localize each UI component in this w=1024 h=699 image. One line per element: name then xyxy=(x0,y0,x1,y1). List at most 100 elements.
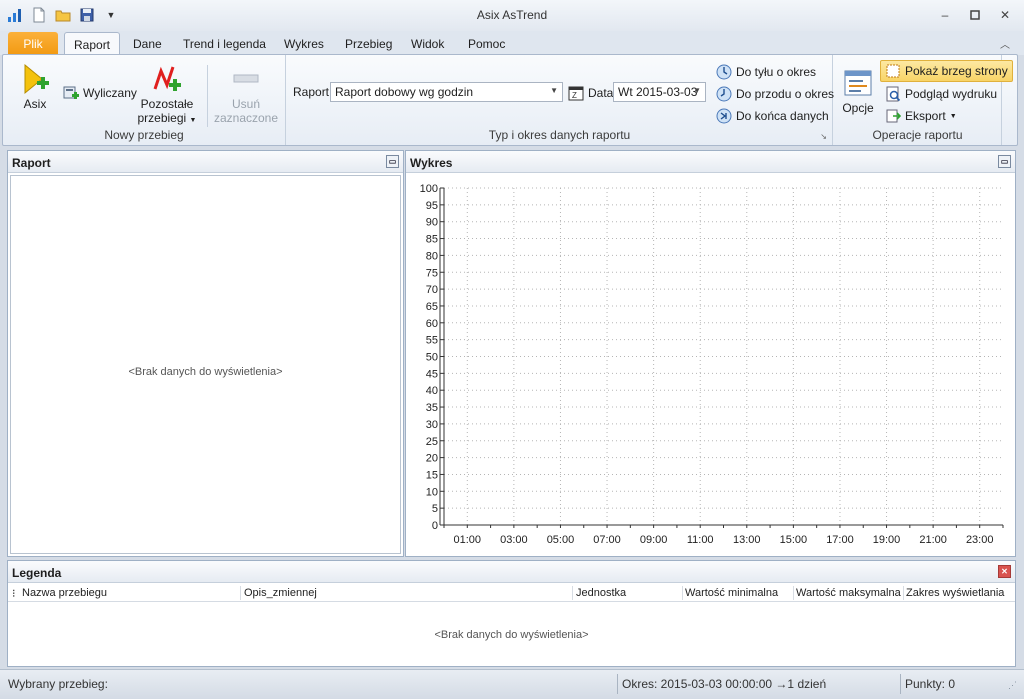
x-tick-label: 01:00 xyxy=(454,534,482,546)
legenda-panel: Legenda ✕ ⁝ Nazwa przebiegu Opis_zmienne… xyxy=(7,560,1016,667)
x-tick-label: 21:00 xyxy=(919,534,947,546)
col-jednostka[interactable]: Jednostka xyxy=(576,587,626,599)
print-preview-icon xyxy=(885,86,901,102)
maximize-icon[interactable] xyxy=(964,6,986,24)
y-tick-label: 40 xyxy=(426,385,438,397)
calculated-icon xyxy=(63,85,79,101)
calendar-icon[interactable]: Z xyxy=(568,85,584,101)
tab-plik[interactable]: Plik xyxy=(8,32,58,55)
ribbon-tabs: Plik Raport Dane Trend i legenda Wykres … xyxy=(0,31,1024,55)
panel-close-icon[interactable]: ✕ xyxy=(998,565,1011,578)
y-tick-label: 45 xyxy=(426,368,438,380)
legenda-panel-header: Legenda ✕ xyxy=(8,561,1015,583)
delete-icon xyxy=(230,63,262,95)
data-label-row: Z Data xyxy=(568,85,613,101)
y-tick-label: 90 xyxy=(426,217,438,229)
ribbon: Asix Wyliczany Pozostałe przebiegi ▼ Usu… xyxy=(2,54,1018,146)
resize-grip-icon[interactable]: ⋰ xyxy=(1008,680,1017,691)
x-tick-label: 05:00 xyxy=(547,534,575,546)
y-tick-label: 20 xyxy=(426,453,438,465)
export-icon xyxy=(885,108,901,124)
group-label-operacje: Operacje raportu xyxy=(872,128,963,142)
legend-table-header: ⁝ Nazwa przebiegu Opis_zmiennej Jednostk… xyxy=(8,584,1015,602)
dropdown-arrow-icon: ▼ xyxy=(189,117,197,124)
close-icon[interactable]: ✕ xyxy=(994,6,1016,24)
window-controls: – ✕ xyxy=(934,6,1016,24)
y-tick-label: 55 xyxy=(426,335,438,347)
tab-wykres[interactable]: Wykres xyxy=(275,32,333,55)
y-tick-label: 65 xyxy=(426,301,438,313)
tab-widok[interactable]: Widok xyxy=(402,32,453,55)
status-wybrany-przebieg: Wybrany przebieg: xyxy=(8,677,108,691)
y-tick-label: 80 xyxy=(426,250,438,262)
separator xyxy=(207,65,208,127)
x-tick-label: 15:00 xyxy=(780,534,808,546)
podglad-wydruku-button[interactable]: Podgląd wydruku xyxy=(885,86,997,102)
window-title: Asix AsTrend xyxy=(476,8,548,22)
status-punkty: Punkty: 0 xyxy=(905,677,956,691)
y-tick-label: 0 xyxy=(432,520,438,532)
svg-text:Z: Z xyxy=(572,91,577,100)
asix-icon xyxy=(19,63,51,95)
y-tick-label: 10 xyxy=(426,486,438,498)
collapse-ribbon-icon[interactable]: ︿ xyxy=(1000,36,1010,51)
y-tick-label: 70 xyxy=(426,284,438,296)
panel-maximize-icon[interactable]: ▭ xyxy=(998,155,1011,168)
do-przodu-button[interactable]: Do przodu o okres xyxy=(716,86,834,102)
y-tick-label: 25 xyxy=(426,436,438,448)
col-opis-zmiennej[interactable]: Opis_zmiennej xyxy=(244,587,317,599)
x-tick-label: 13:00 xyxy=(733,534,761,546)
page-border-icon xyxy=(885,63,901,79)
x-tick-label: 03:00 xyxy=(500,534,528,546)
pokaz-brzeg-button[interactable]: Pokaż brzeg strony xyxy=(880,60,1013,82)
do-tylu-button[interactable]: Do tyłu o okres xyxy=(716,64,816,80)
x-tick-label: 17:00 xyxy=(826,534,854,546)
forward-period-icon xyxy=(716,86,732,102)
raport-panel: Raport ▭ <Brak danych do wyświetlenia> xyxy=(7,150,404,557)
y-tick-label: 100 xyxy=(420,183,438,195)
tab-pomoc[interactable]: Pomoc xyxy=(459,32,514,55)
end-of-data-icon xyxy=(716,108,732,124)
pozostale-przebiegi-button[interactable]: Pozostałe przebiegi ▼ xyxy=(137,63,197,125)
y-tick-label: 15 xyxy=(426,469,438,481)
date-combo[interactable]: Wt 2015-03-03 ▼ xyxy=(613,82,706,102)
wykres-panel-header: Wykres ▭ xyxy=(406,151,1015,173)
col-zakres-wyswietlania[interactable]: Zakres wyświetlania xyxy=(906,587,1004,599)
raport-empty-message: <Brak danych do wyświetlenia> xyxy=(128,366,283,378)
col-wartosc-maksymalna[interactable]: Wartość maksymalna xyxy=(796,587,901,599)
tab-przebieg[interactable]: Przebieg xyxy=(336,32,401,55)
title-bar: ▼ Asix AsTrend – ✕ xyxy=(0,0,1024,31)
col-nazwa-przebiegu[interactable]: Nazwa przebiegu xyxy=(22,587,107,599)
group-label-typ-okres: Typ i okres danych raportu xyxy=(488,128,631,142)
asix-button[interactable]: Asix xyxy=(17,63,53,111)
wykres-panel: Wykres ▭ 100 95 90 85 80 75 70 65 60 55 50 45 40 35 30… xyxy=(405,150,1016,557)
y-tick-label: 30 xyxy=(426,419,438,431)
options-icon xyxy=(842,67,874,99)
group-typ-okres: Raport Raport dobowy wg godzin ▼ Z Data … xyxy=(287,55,834,145)
x-tick-label: 23:00 xyxy=(966,534,994,546)
column-menu-icon[interactable]: ⁝ xyxy=(12,587,16,600)
tab-trend-i-legenda[interactable]: Trend i legenda xyxy=(174,32,275,55)
tab-dane[interactable]: Dane xyxy=(124,32,171,55)
tab-raport[interactable]: Raport xyxy=(64,32,120,55)
eksport-button[interactable]: Eksport ▼ xyxy=(885,108,957,124)
minimize-icon[interactable]: – xyxy=(934,6,956,24)
raport-type-combo[interactable]: Raport dobowy wg godzin ▼ xyxy=(330,82,563,102)
wyliczany-button[interactable]: Wyliczany xyxy=(63,85,137,101)
usun-zaznaczone-button[interactable]: Usuń zaznaczone xyxy=(213,63,279,125)
panel-maximize-icon[interactable]: ▭ xyxy=(386,155,399,168)
group-label-nowy-przebieg: Nowy przebieg xyxy=(104,128,184,142)
x-tick-label: 07:00 xyxy=(593,534,621,546)
group-nowy-przebieg: Asix Wyliczany Pozostałe przebiegi ▼ Usu… xyxy=(3,55,286,145)
raport-content: <Brak danych do wyświetlenia> xyxy=(10,175,401,554)
group-operacje: Opcje Pokaż brzeg strony Podgląd wydruku… xyxy=(834,55,1013,145)
trend-chart[interactable]: 1009590858075706560555045403530252015105… xyxy=(407,175,1014,555)
do-konca-button[interactable]: Do końca danych xyxy=(716,108,829,124)
back-period-icon xyxy=(716,64,732,80)
x-tick-label: 11:00 xyxy=(687,534,714,546)
y-tick-label: 75 xyxy=(426,267,438,279)
y-tick-label: 95 xyxy=(426,200,438,212)
opcje-button[interactable]: Opcje xyxy=(840,67,876,115)
col-wartosc-minimalna[interactable]: Wartość minimalna xyxy=(685,587,778,599)
chevron-down-icon: ▼ xyxy=(693,86,701,95)
